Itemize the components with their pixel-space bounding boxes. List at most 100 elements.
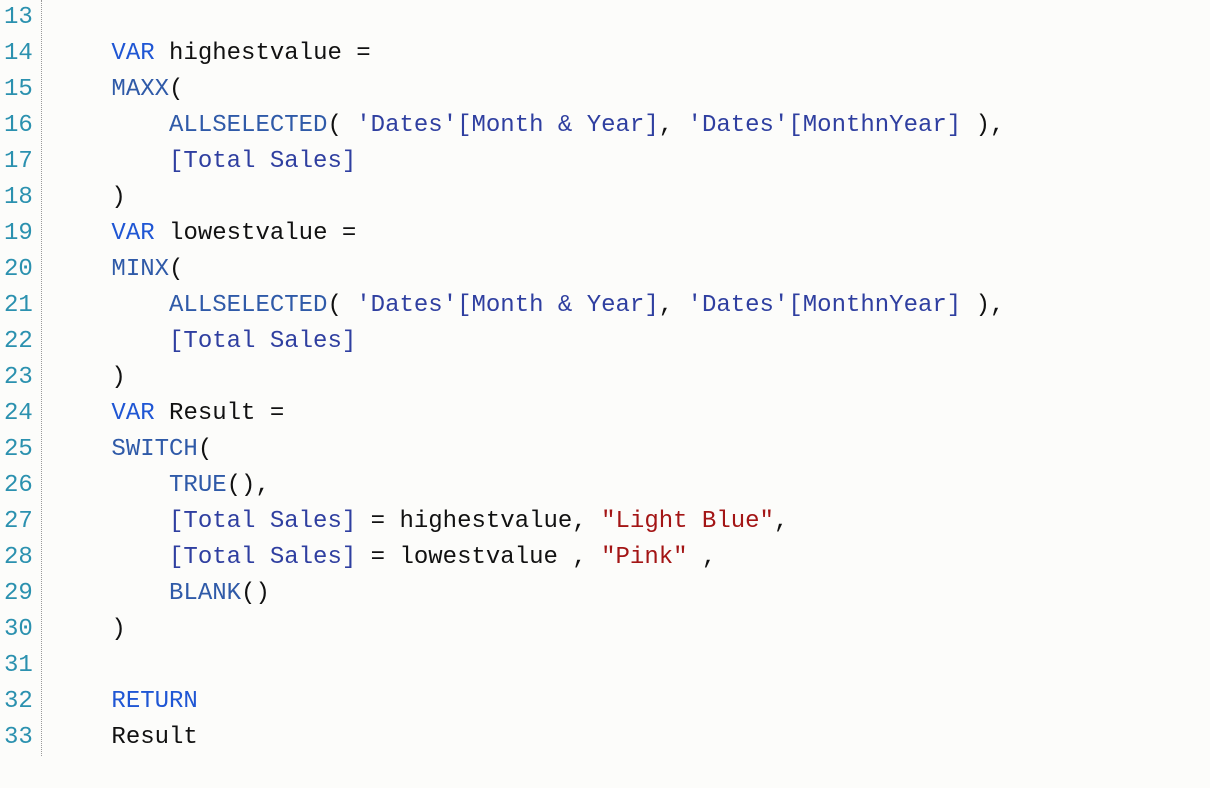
token-pun — [54, 472, 169, 499]
code-line[interactable]: ALLSELECTED( 'Dates'[Month & Year], 'Dat… — [54, 108, 1210, 144]
code-line[interactable]: TRUE(), — [54, 468, 1210, 504]
code-line[interactable]: [Total Sales] — [54, 144, 1210, 180]
token-pun — [54, 616, 112, 643]
token-pun — [54, 40, 112, 67]
token-pun — [54, 400, 112, 427]
token-pun: ( — [169, 76, 183, 103]
code-content[interactable]: VAR highestvalue = MAXX( ALLSELECTED( 'D… — [42, 0, 1210, 756]
line-number: 13 — [4, 0, 33, 36]
token-pun: = — [342, 220, 356, 247]
token-pun: ( — [198, 436, 212, 463]
line-number: 27 — [4, 504, 33, 540]
token-fn: TRUE — [169, 472, 227, 499]
line-number: 15 — [4, 72, 33, 108]
line-number: 24 — [4, 396, 33, 432]
token-str: "Light Blue" — [601, 508, 774, 535]
token-fn: MAXX — [111, 76, 169, 103]
token-pun: , — [774, 508, 788, 535]
token-ident: highestvalue — [155, 40, 357, 67]
line-number: 16 — [4, 108, 33, 144]
code-line[interactable]: SWITCH( — [54, 432, 1210, 468]
line-number: 25 — [4, 432, 33, 468]
token-fn: BLANK — [169, 580, 241, 607]
line-number: 20 — [4, 252, 33, 288]
line-number: 19 — [4, 216, 33, 252]
code-line[interactable]: MAXX( — [54, 72, 1210, 108]
code-line[interactable]: [Total Sales] — [54, 324, 1210, 360]
line-number: 22 — [4, 324, 33, 360]
token-col: [Total Sales] — [169, 544, 356, 571]
token-pun — [54, 112, 169, 139]
code-line[interactable]: ) — [54, 612, 1210, 648]
token-pun — [54, 220, 112, 247]
token-ident: lowestvalue — [155, 220, 342, 247]
token-pun — [54, 184, 112, 211]
code-line[interactable]: RETURN — [54, 684, 1210, 720]
code-line[interactable]: MINX( — [54, 252, 1210, 288]
line-number: 29 — [4, 576, 33, 612]
token-pun: ( — [169, 256, 183, 283]
token-col: [Total Sales] — [169, 148, 356, 175]
code-line[interactable]: VAR highestvalue = — [54, 36, 1210, 72]
token-fn: SWITCH — [111, 436, 197, 463]
token-pun — [54, 544, 169, 571]
line-number: 28 — [4, 540, 33, 576]
token-pun — [54, 76, 112, 103]
token-pun — [54, 256, 112, 283]
line-number: 26 — [4, 468, 33, 504]
token-pun: = — [356, 40, 370, 67]
code-line[interactable]: ) — [54, 180, 1210, 216]
token-pun — [54, 292, 169, 319]
line-number: 18 — [4, 180, 33, 216]
code-line[interactable]: Result — [54, 720, 1210, 756]
token-kw: VAR — [111, 40, 154, 67]
code-line[interactable]: VAR Result = — [54, 396, 1210, 432]
line-number: 23 — [4, 360, 33, 396]
line-number: 17 — [4, 144, 33, 180]
token-col: 'Dates'[Month & Year] — [356, 112, 658, 139]
code-line[interactable] — [54, 0, 1210, 36]
code-line[interactable]: [Total Sales] = highestvalue, "Light Blu… — [54, 504, 1210, 540]
token-col: [Total Sales] — [169, 508, 356, 535]
token-pun — [54, 688, 112, 715]
token-pun: ) — [111, 364, 125, 391]
token-fn: MINX — [111, 256, 169, 283]
token-col: 'Dates'[MonthnYear] — [688, 112, 962, 139]
line-number: 14 — [4, 36, 33, 72]
token-pun: ( — [327, 292, 356, 319]
token-col: 'Dates'[MonthnYear] — [688, 292, 962, 319]
token-pun: = — [270, 400, 284, 427]
token-col: 'Dates'[Month & Year] — [356, 292, 658, 319]
line-number: 33 — [4, 720, 33, 756]
token-kw: VAR — [111, 220, 154, 247]
token-pun: ), — [961, 112, 1004, 139]
token-pun: ( — [327, 112, 356, 139]
token-ident: = highestvalue, — [356, 508, 601, 535]
token-fn: ALLSELECTED — [169, 292, 327, 319]
code-line[interactable]: ALLSELECTED( 'Dates'[Month & Year], 'Dat… — [54, 288, 1210, 324]
token-fn: ALLSELECTED — [169, 112, 327, 139]
code-line[interactable]: VAR lowestvalue = — [54, 216, 1210, 252]
token-pun — [54, 328, 169, 355]
token-pun: , — [659, 292, 688, 319]
token-kw: VAR — [111, 400, 154, 427]
token-pun — [54, 148, 169, 175]
token-str: "Pink" — [601, 544, 687, 571]
token-pun: , — [688, 544, 717, 571]
token-pun: (), — [227, 472, 270, 499]
code-editor[interactable]: 1314151617181920212223242526272829303132… — [0, 0, 1210, 756]
token-col: [Total Sales] — [169, 328, 356, 355]
line-number: 31 — [4, 648, 33, 684]
token-pun: , — [659, 112, 688, 139]
token-pun — [54, 364, 112, 391]
code-line[interactable]: ) — [54, 360, 1210, 396]
code-line[interactable] — [54, 648, 1210, 684]
token-ident: Result — [155, 400, 270, 427]
line-number: 32 — [4, 684, 33, 720]
token-pun: () — [241, 580, 270, 607]
code-line[interactable]: [Total Sales] = lowestvalue , "Pink" , — [54, 540, 1210, 576]
token-pun: ) — [111, 616, 125, 643]
line-number: 30 — [4, 612, 33, 648]
code-line[interactable]: BLANK() — [54, 576, 1210, 612]
token-pun — [54, 436, 112, 463]
